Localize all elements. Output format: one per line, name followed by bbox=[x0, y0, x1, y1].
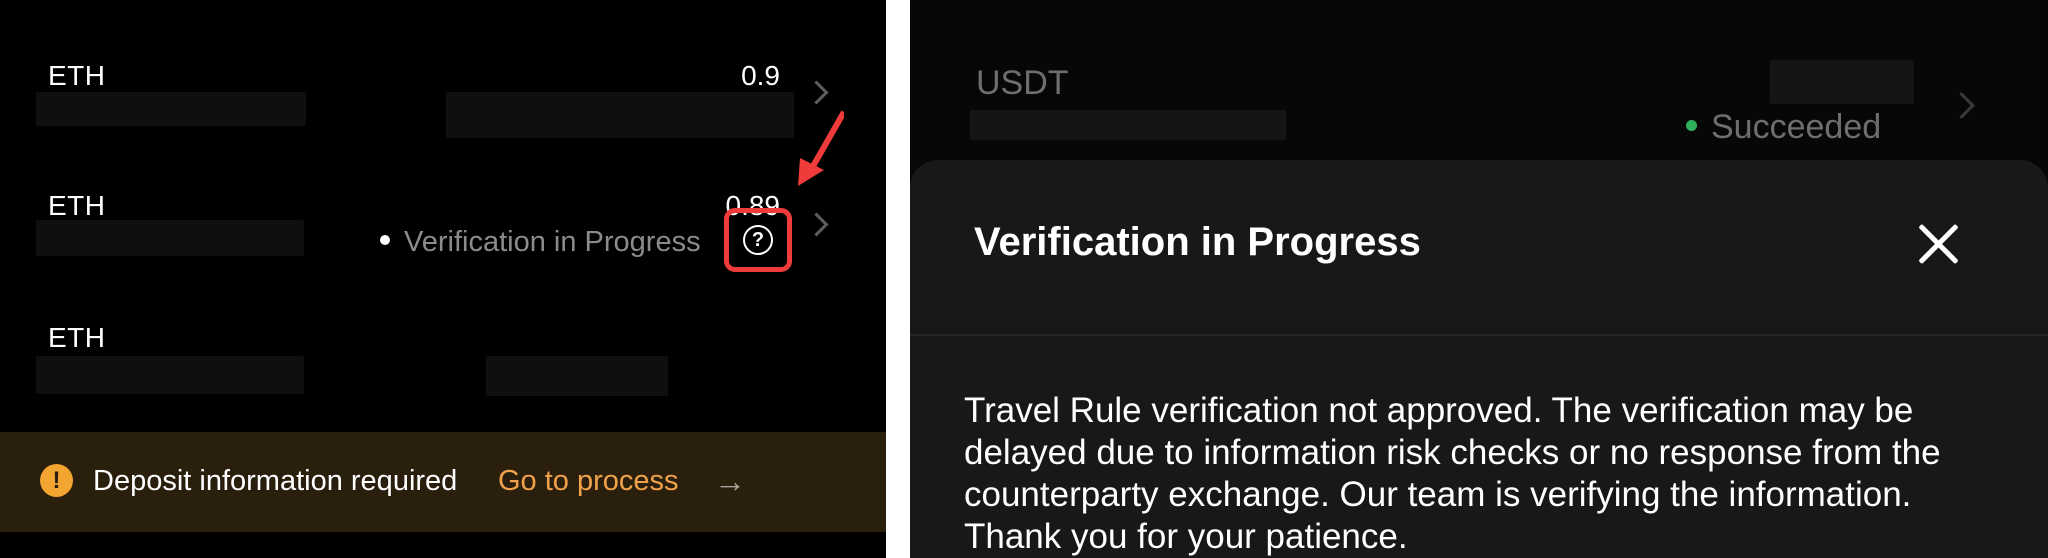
asset-name: ETH bbox=[48, 60, 106, 91]
help-button-highlight[interactable]: ? bbox=[724, 208, 792, 272]
asset-name: USDT bbox=[976, 64, 1069, 102]
banner-message: Deposit information required bbox=[93, 465, 458, 497]
redacted-block bbox=[486, 356, 668, 396]
status-label: Verification in Progress bbox=[380, 226, 701, 259]
close-icon[interactable] bbox=[1914, 220, 1962, 268]
redacted-block bbox=[970, 110, 1286, 140]
amount-value: 0.9 bbox=[741, 60, 780, 91]
redacted-block bbox=[446, 92, 794, 138]
chevron-right-icon bbox=[804, 80, 829, 105]
status-dot-icon bbox=[1686, 119, 1697, 131]
status-dot-icon bbox=[380, 235, 390, 246]
redacted-block bbox=[36, 356, 304, 394]
question-circle-icon[interactable]: ? bbox=[743, 225, 773, 255]
redacted-block bbox=[36, 92, 306, 126]
asset-name: ETH bbox=[48, 322, 106, 353]
divider bbox=[910, 334, 2048, 336]
status-text: Verification in Progress bbox=[404, 226, 701, 258]
redacted-block bbox=[36, 220, 304, 256]
chevron-right-icon bbox=[804, 212, 829, 237]
sheet-body-text: Travel Rule verification not approved. T… bbox=[964, 391, 1941, 556]
verification-bottom-sheet: Verification in Progress Travel Rule ver… bbox=[910, 160, 2048, 558]
asset-name: ETH bbox=[48, 190, 106, 221]
chevron-right-icon bbox=[1948, 92, 1975, 119]
annotation-arrow-icon bbox=[798, 110, 844, 186]
exclamation-circle-icon: ! bbox=[40, 464, 73, 497]
sheet-title: Verification in Progress bbox=[974, 220, 1421, 264]
go-to-process-link[interactable]: Go to process bbox=[498, 465, 679, 498]
transaction-list-panel: ETH 0.9 ETH 0.89 Verification in Progres… bbox=[0, 0, 886, 558]
status-label: Succeeded bbox=[1686, 108, 1881, 147]
status-text: Succeeded bbox=[1711, 108, 1882, 146]
verification-detail-panel: USDT Succeeded Verification in Progress … bbox=[910, 0, 2048, 558]
redacted-block bbox=[1770, 60, 1914, 104]
arrow-right-icon[interactable]: → bbox=[714, 463, 746, 500]
